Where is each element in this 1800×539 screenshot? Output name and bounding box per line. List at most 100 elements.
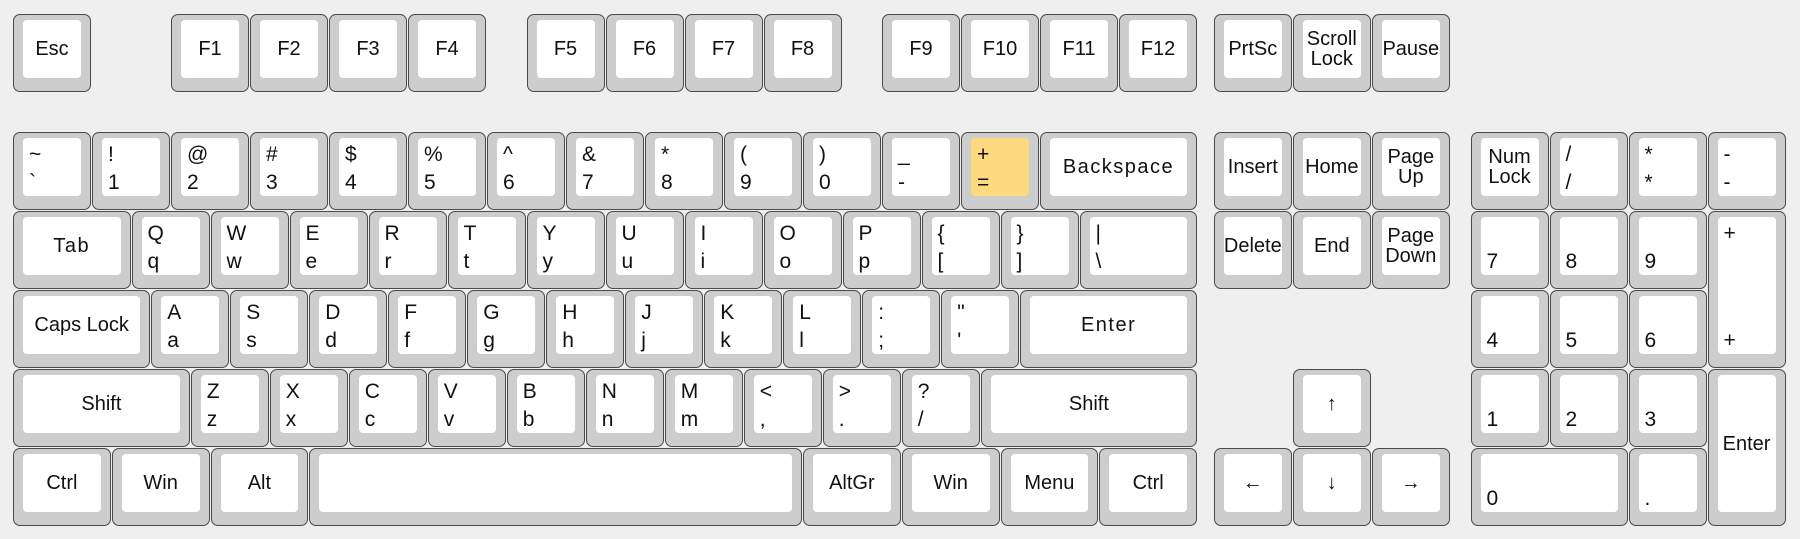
1-key[interactable]: ! 1 <box>92 132 170 210</box>
d-key[interactable]: Dd <box>309 290 388 368</box>
tab-key[interactable]: Tab <box>13 211 131 289</box>
arrow-up-key[interactable]: ↑ <box>1292 369 1371 447</box>
left-ctrl-key[interactable]: Ctrl <box>13 448 111 526</box>
f3-key[interactable]: F3 <box>329 14 407 92</box>
menu-key[interactable]: Menu <box>1000 448 1099 526</box>
u-key[interactable]: Uu <box>605 211 684 289</box>
numpad-plus-key[interactable]: + + <box>1707 211 1786 368</box>
a-key[interactable]: Aa <box>151 290 230 368</box>
insert-key[interactable]: Insert <box>1213 132 1292 210</box>
f6-key[interactable]: F6 <box>605 14 684 92</box>
spacebar-key[interactable] <box>309 448 802 526</box>
f5-key[interactable]: F5 <box>526 14 605 92</box>
o-key[interactable]: Oo <box>763 211 842 289</box>
4-key[interactable]: $4 <box>329 132 407 210</box>
end-key[interactable]: End <box>1292 211 1371 289</box>
quote-key[interactable]: " ' <box>941 290 1020 368</box>
numpad-divide-key[interactable]: / / <box>1549 132 1628 210</box>
f2-key[interactable]: F2 <box>250 14 328 92</box>
prtsc-key[interactable]: PrtSc <box>1213 14 1292 92</box>
l-key[interactable]: Ll <box>783 290 862 368</box>
numpad-enter-key[interactable]: Enter <box>1707 369 1786 526</box>
f4-key[interactable]: F4 <box>408 14 486 92</box>
numpad-2-key[interactable]: 2 <box>1549 369 1628 447</box>
left-shift-key[interactable]: Shift <box>13 369 190 447</box>
right-ctrl-key[interactable]: Ctrl <box>1099 448 1197 526</box>
altgr-key[interactable]: AltGr <box>803 448 901 526</box>
k-key[interactable]: Kk <box>704 290 783 368</box>
esc-key[interactable]: Esc <box>13 14 91 92</box>
numpad-8-key[interactable]: 8 <box>1549 211 1628 289</box>
z-key[interactable]: Zz <box>190 369 269 447</box>
s-key[interactable]: Ss <box>230 290 309 368</box>
f11-key[interactable]: F11 <box>1040 14 1118 92</box>
right-win-key[interactable]: Win <box>901 448 1000 526</box>
x-key[interactable]: Xx <box>269 369 348 447</box>
slash-key[interactable]: ? / <box>901 369 980 447</box>
f1-key[interactable]: F1 <box>171 14 249 92</box>
numpad-decimal-key[interactable]: . <box>1628 448 1707 526</box>
equals-key[interactable]: + = <box>961 132 1039 210</box>
backslash-key[interactable]: | \ <box>1079 211 1197 289</box>
home-key[interactable]: Home <box>1292 132 1371 210</box>
left-win-key[interactable]: Win <box>111 448 210 526</box>
e-key[interactable]: Ee <box>289 211 368 289</box>
comma-key[interactable]: <, <box>743 369 822 447</box>
g-key[interactable]: Gg <box>467 290 546 368</box>
f8-key[interactable]: F8 <box>763 14 842 92</box>
7-key[interactable]: & 7 <box>566 132 644 210</box>
minus-key[interactable]: _ - <box>882 132 960 210</box>
arrow-right-key[interactable]: → <box>1371 448 1450 526</box>
0-key[interactable]: ) 0 <box>803 132 881 210</box>
period-key[interactable]: >. <box>822 369 901 447</box>
t-key[interactable]: Tt <box>447 211 526 289</box>
b-key[interactable]: Bb <box>506 369 585 447</box>
numpad-3-key[interactable]: 3 <box>1628 369 1707 447</box>
j-key[interactable]: Jj <box>625 290 704 368</box>
f12-key[interactable]: F12 <box>1119 14 1197 92</box>
r-key[interactable]: Rr <box>368 211 447 289</box>
p-key[interactable]: Pp <box>842 211 921 289</box>
w-key[interactable]: Ww <box>210 211 289 289</box>
y-key[interactable]: Yy <box>526 211 605 289</box>
n-key[interactable]: Nn <box>585 369 664 447</box>
q-key[interactable]: Qq <box>131 211 210 289</box>
9-key[interactable]: (9 <box>724 132 802 210</box>
i-key[interactable]: Ii <box>684 211 763 289</box>
arrow-down-key[interactable]: ↓ <box>1292 448 1371 526</box>
numpad-1-key[interactable]: 1 <box>1470 369 1549 447</box>
scroll-lock-key[interactable]: Scroll Lock <box>1292 14 1371 92</box>
pause-key[interactable]: Pause <box>1371 14 1450 92</box>
num-lock-key[interactable]: Num Lock <box>1470 132 1549 210</box>
numpad-0-key[interactable]: 0 <box>1470 448 1628 526</box>
enter-key[interactable]: Enter <box>1020 290 1197 368</box>
f7-key[interactable]: F7 <box>684 14 763 92</box>
delete-key[interactable]: Delete <box>1213 211 1292 289</box>
8-key[interactable]: * 8 <box>645 132 723 210</box>
semicolon-key[interactable]: :; <box>862 290 941 368</box>
f-key[interactable]: Ff <box>388 290 467 368</box>
6-key[interactable]: ^ 6 <box>487 132 565 210</box>
3-key[interactable]: #3 <box>250 132 328 210</box>
backspace-key[interactable]: Backspace <box>1040 132 1197 210</box>
f10-key[interactable]: F10 <box>961 14 1039 92</box>
f9-key[interactable]: F9 <box>882 14 960 92</box>
v-key[interactable]: Vv <box>427 369 506 447</box>
m-key[interactable]: Mm <box>664 369 743 447</box>
page-down-key[interactable]: Page Down <box>1371 211 1450 289</box>
numpad-6-key[interactable]: 6 <box>1628 290 1707 368</box>
caps-lock-key[interactable]: Caps Lock <box>13 290 151 368</box>
2-key[interactable]: @2 <box>171 132 249 210</box>
left-alt-key[interactable]: Alt <box>210 448 309 526</box>
c-key[interactable]: Cc <box>348 369 427 447</box>
numpad-5-key[interactable]: 5 <box>1549 290 1628 368</box>
5-key[interactable]: % 5 <box>408 132 486 210</box>
numpad-9-key[interactable]: 9 <box>1628 211 1707 289</box>
rbracket-key[interactable]: }] <box>1000 211 1079 289</box>
numpad-multiply-key[interactable]: * * <box>1628 132 1707 210</box>
page-up-key[interactable]: Page Up <box>1371 132 1450 210</box>
arrow-left-key[interactable]: ← <box>1213 448 1292 526</box>
right-shift-key[interactable]: Shift <box>980 369 1197 447</box>
backtick-key[interactable]: ~ ` <box>13 132 91 210</box>
numpad-4-key[interactable]: 4 <box>1470 290 1549 368</box>
